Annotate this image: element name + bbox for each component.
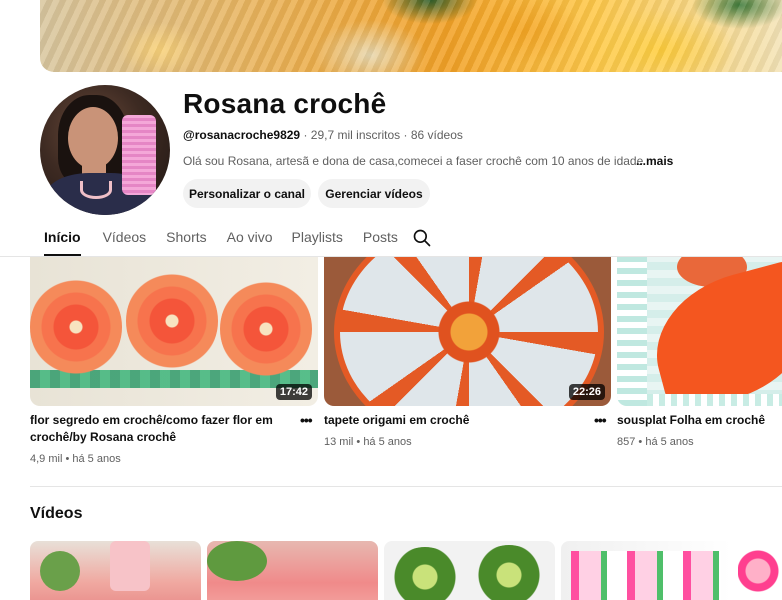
channel-handle[interactable]: @rosanacroche9829 <box>183 128 300 142</box>
video-thumbnail[interactable] <box>738 541 782 600</box>
video-count: 86 vídeos <box>410 128 463 142</box>
video-meta: 13 mil • há 5 anos <box>324 436 412 448</box>
video-thumbnail[interactable] <box>207 541 378 600</box>
video-title[interactable]: sousplat Folha em crochê <box>617 412 782 429</box>
video-thumbnail[interactable] <box>384 541 555 600</box>
channel-title: Rosana crochê <box>183 88 387 119</box>
video-duration: 22:26 <box>568 384 605 400</box>
tab-inicio[interactable]: Início <box>44 222 81 256</box>
section-divider <box>30 486 782 487</box>
tab-shorts[interactable]: Shorts <box>166 222 206 256</box>
channel-tabs: Início Vídeos Shorts Ao vivo Playlists P… <box>30 222 398 256</box>
tab-posts[interactable]: Posts <box>363 222 398 256</box>
video-thumbnail[interactable] <box>561 541 732 600</box>
video-title[interactable]: flor segredo em crochê/como fazer flor e… <box>30 412 280 446</box>
channel-banner <box>40 0 782 72</box>
video-thumbnail[interactable]: 22:26 <box>324 257 611 406</box>
video-thumbnail[interactable] <box>30 541 201 600</box>
tab-ao-vivo[interactable]: Ao vivo <box>227 222 273 256</box>
video-meta: 4,9 mil • há 5 anos <box>30 453 121 465</box>
more-options-icon[interactable]: ••• <box>300 412 313 428</box>
video-meta: 857 • há 5 anos <box>617 436 694 448</box>
tab-playlists[interactable]: Playlists <box>292 222 343 256</box>
manage-videos-button[interactable]: Gerenciar vídeos <box>318 179 430 208</box>
more-options-icon[interactable]: ••• <box>594 412 607 428</box>
video-thumbnail[interactable] <box>617 257 782 406</box>
channel-description[interactable]: Olá sou Rosana, artesã e dona de casa,co… <box>183 154 643 168</box>
tab-videos[interactable]: Vídeos <box>103 222 147 256</box>
video-thumbnail[interactable]: 17:42 <box>30 257 318 406</box>
search-icon[interactable] <box>412 228 432 248</box>
channel-meta: @rosanacroche9829 · 29,7 mil inscritos ·… <box>183 128 463 142</box>
subscriber-count: 29,7 mil inscritos <box>310 128 401 142</box>
description-more-link[interactable]: ...mais <box>636 154 673 168</box>
videos-section-title[interactable]: Vídeos <box>30 505 82 523</box>
featured-video-card[interactable]: sousplat Folha em crochê 857 • há 5 anos <box>617 257 782 457</box>
customize-channel-button[interactable]: Personalizar o canal <box>183 179 311 208</box>
channel-avatar[interactable] <box>40 85 170 215</box>
video-title[interactable]: tapete origami em crochê <box>324 412 574 429</box>
video-duration: 17:42 <box>275 384 312 400</box>
